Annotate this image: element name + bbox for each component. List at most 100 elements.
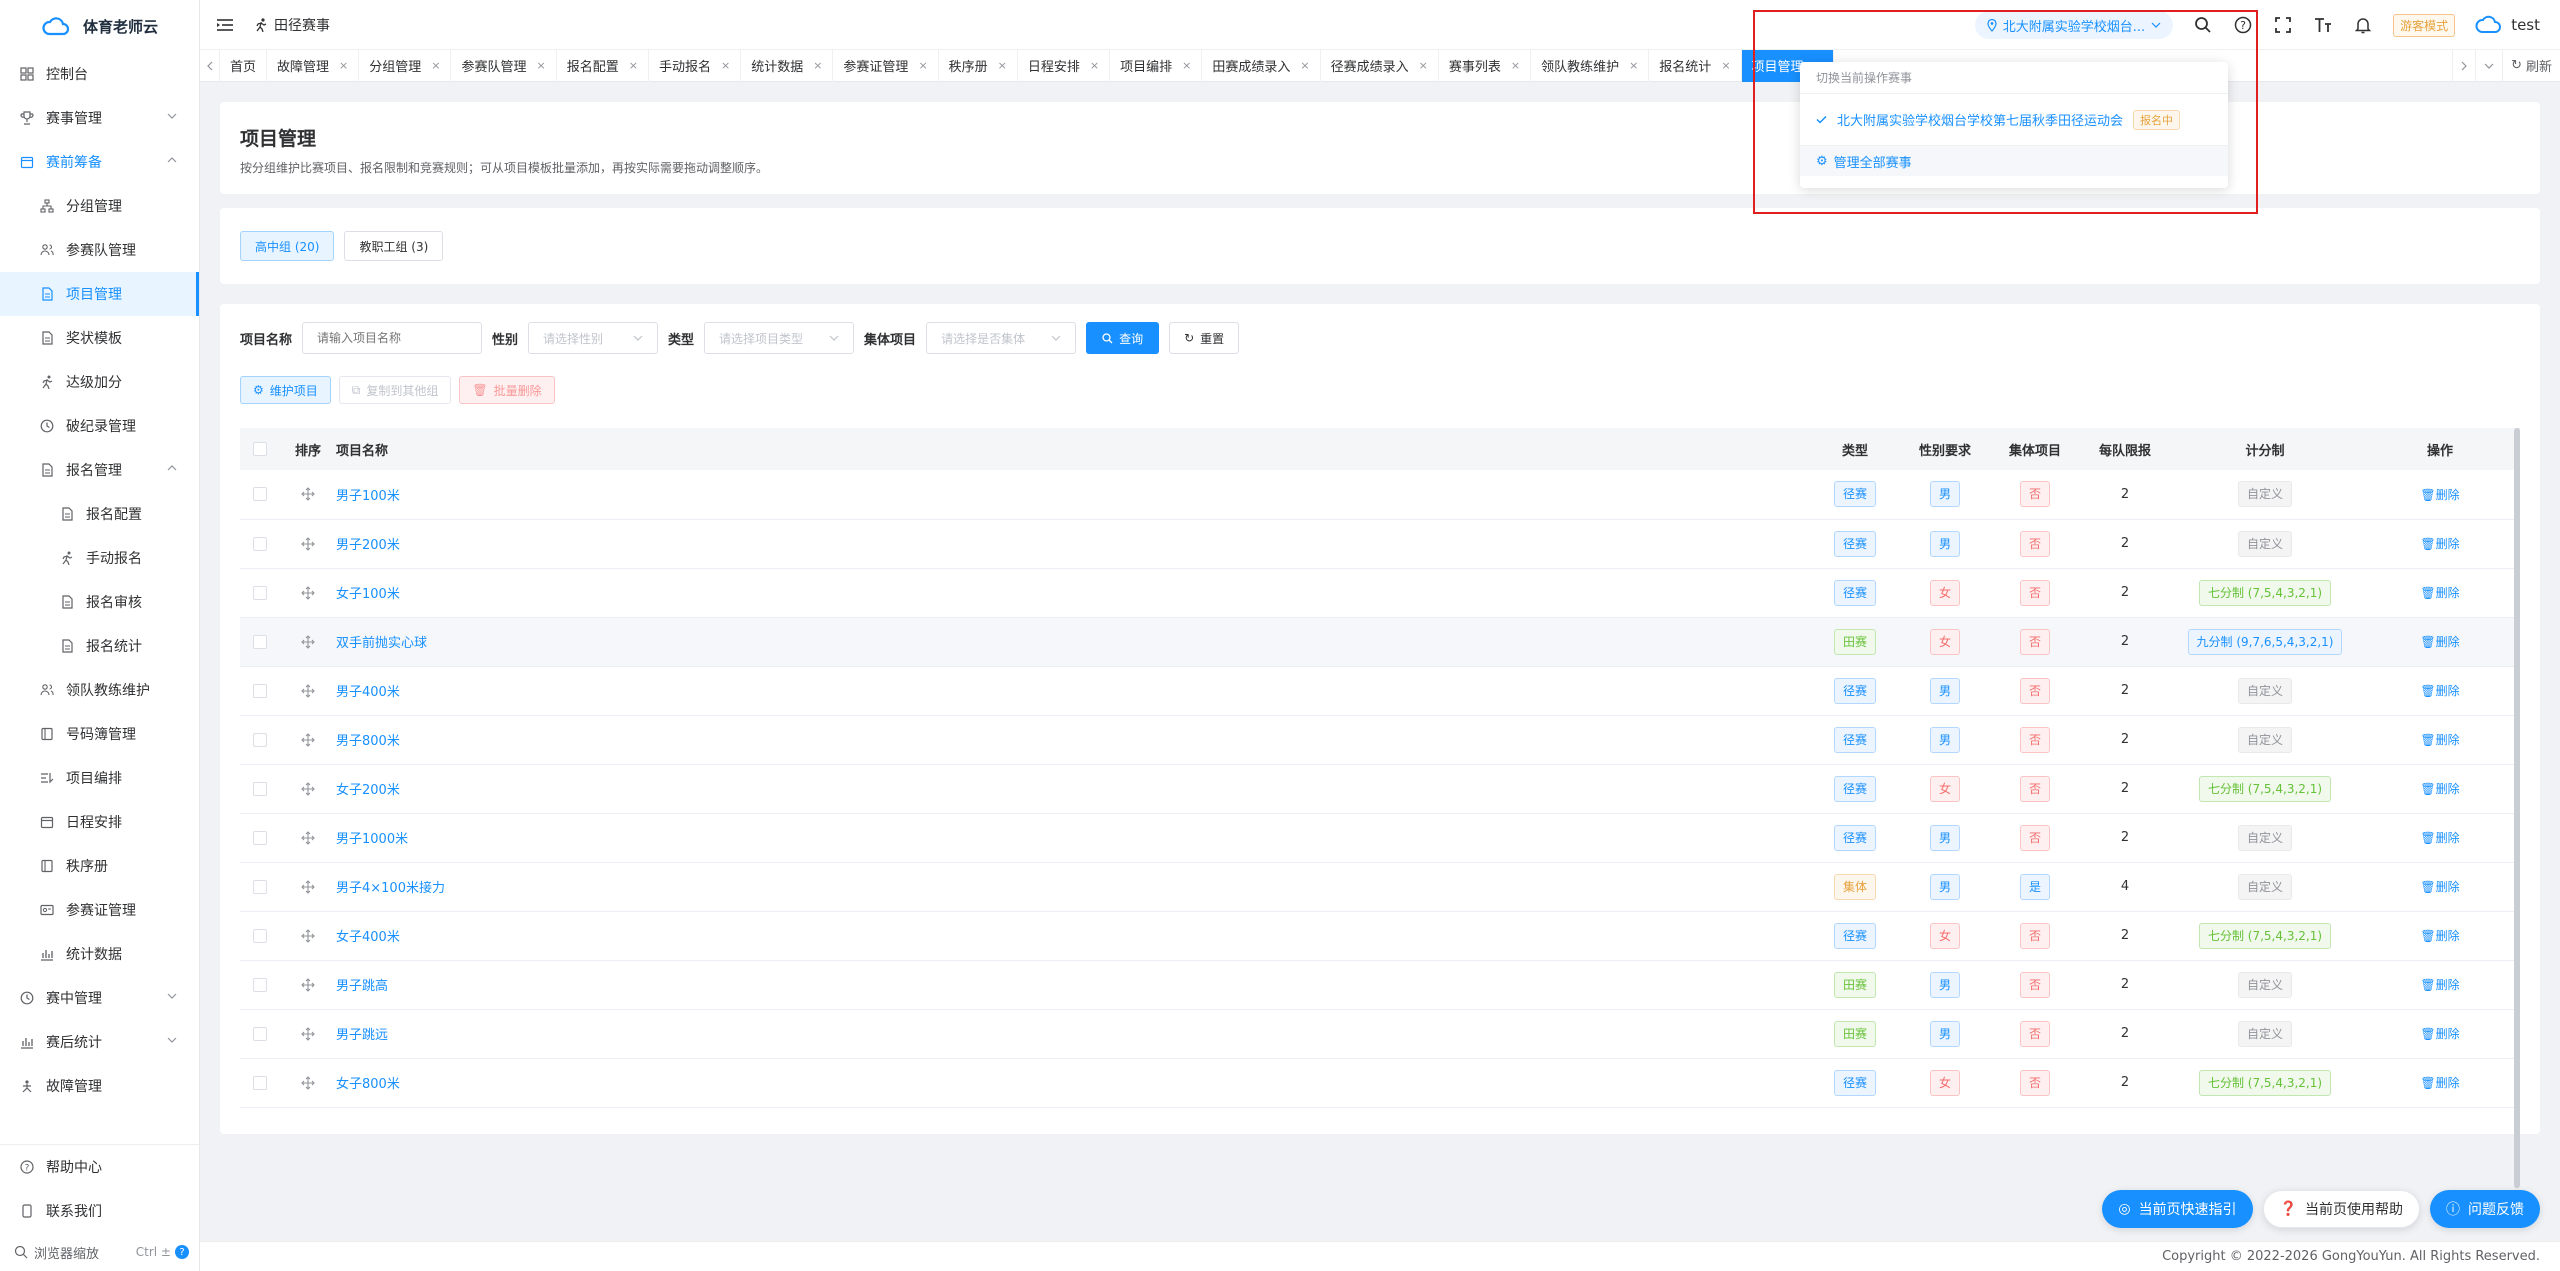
sidebar-item-post-event[interactable]: 赛后统计 [0,1020,199,1064]
tag-14[interactable]: 领队教练维护 × [1531,49,1650,82]
row-select-cell[interactable] [240,617,280,667]
close-icon[interactable]: × [721,59,730,72]
close-icon[interactable]: × [1300,59,1309,72]
sidebar-item-certificate-template[interactable]: 奖状模板 [0,316,199,360]
row-checkbox[interactable] [253,977,267,992]
close-icon[interactable]: × [339,59,348,72]
delete-button[interactable]: 🗑删除 [2420,1076,2459,1090]
project-name-input[interactable] [302,322,483,354]
project-name-link[interactable]: 男子400米 [336,666,1810,716]
drag-handle-icon[interactable] [280,634,336,649]
select-all-cell[interactable] [240,428,280,470]
row-select-cell[interactable] [240,470,280,520]
row-checkbox[interactable] [253,487,267,502]
table-scrollbar[interactable] [2514,428,2520,1198]
table-row[interactable]: 男子4×100米接力 集体 男 是 4 自定义 🗑删除 [240,862,2520,912]
tag-6[interactable]: 统计数据 × [741,49,834,82]
sidebar-item-group-management[interactable]: 分组管理 [0,184,199,228]
project-name-link[interactable]: 男子200米 [336,519,1810,569]
tag-2[interactable]: 分组管理 × [359,49,452,82]
drag-handle-cell[interactable] [280,813,336,863]
sidebar-item-project-arrangement[interactable]: 项目编排 [0,756,199,800]
delete-button[interactable]: 🗑删除 [2420,635,2459,649]
row-checkbox[interactable] [253,1026,267,1041]
close-icon[interactable]: × [813,59,822,72]
tag-0[interactable]: 首页 [220,49,268,82]
row-checkbox[interactable] [253,781,267,796]
maintain-projects-button[interactable]: ⚙ 维护项目 [240,376,331,404]
table-row[interactable]: 男子800米 径赛 男 否 2 自定义 🗑删除 [240,715,2520,765]
drag-handle-icon[interactable] [280,977,336,992]
row-checkbox[interactable] [253,732,267,747]
close-icon[interactable]: × [918,59,927,72]
reset-button[interactable]: ↻ 重置 [1169,322,1240,354]
table-row[interactable]: 女子800米 径赛 女 否 2 七分制 (7,5,4,3,2,1) 🗑删除 [240,1058,2520,1108]
drag-handle-cell[interactable] [280,911,336,961]
project-name-link[interactable]: 男子1000米 [336,813,1810,863]
row-checkbox[interactable] [253,928,267,943]
row-select-cell[interactable] [240,666,280,716]
tag-10[interactable]: 项目编排 × [1110,49,1203,82]
drag-handle-icon[interactable] [280,536,336,551]
row-select-cell[interactable] [240,715,280,765]
contact-us-link[interactable]: 联系我们 [0,1189,199,1233]
drag-handle-cell[interactable] [280,470,336,520]
delete-button[interactable]: 🗑删除 [2420,488,2459,502]
delete-button[interactable]: 🗑删除 [2420,1027,2459,1041]
drag-handle-cell[interactable] [280,764,336,814]
delete-button[interactable]: 🗑删除 [2420,782,2459,796]
close-icon[interactable]: × [431,59,440,72]
page-help-button[interactable]: ❓ 当前页使用帮助 [2262,1190,2420,1228]
row-checkbox[interactable] [253,683,267,698]
sidebar-item-project-management[interactable]: 项目管理 [0,272,199,316]
sidebar-item-manual-registration[interactable]: 手动报名 [0,536,199,580]
tag-7[interactable]: 参赛证管理 × [833,49,939,82]
sidebar-item-grade-bonus[interactable]: 达级加分 [0,360,199,404]
row-checkbox[interactable] [253,879,267,894]
row-checkbox[interactable] [253,1075,267,1090]
row-checkbox[interactable] [253,536,267,551]
project-name-link[interactable]: 女子200米 [336,764,1810,814]
delete-button[interactable]: 🗑删除 [2420,831,2459,845]
scrollbar-thumb[interactable] [2514,428,2520,1188]
tags-scroll-left-icon[interactable] [200,49,220,82]
feedback-button[interactable]: ⓘ 问题反馈 [2430,1190,2540,1228]
row-checkbox[interactable] [253,830,267,845]
row-select-cell[interactable] [240,911,280,961]
drag-handle-cell[interactable] [280,1009,336,1059]
gender-select[interactable]: 请选择性别 [528,322,659,354]
close-icon[interactable]: × [1090,59,1099,72]
project-name-link[interactable]: 女子100米 [336,568,1810,618]
row-checkbox[interactable] [253,585,267,600]
quick-guide-button[interactable]: ◎ 当前页快速指引 [2102,1190,2253,1228]
drag-handle-icon[interactable] [280,1026,336,1041]
sidebar-item-registration-config[interactable]: 报名配置 [0,492,199,536]
drag-handle-icon[interactable] [280,487,336,502]
drag-handle-cell[interactable] [280,519,336,569]
drag-handle-icon[interactable] [280,1075,336,1090]
app-logo[interactable]: 体育老师云 [0,0,199,52]
project-name-link[interactable]: 男子800米 [336,715,1810,765]
table-row[interactable]: 男子跳远 田赛 男 否 2 自定义 🗑删除 [240,1009,2520,1059]
close-icon[interactable]: × [1721,59,1730,72]
project-name-link[interactable]: 男子100米 [336,470,1810,520]
delete-button[interactable]: 🗑删除 [2420,880,2459,894]
delete-button[interactable]: 🗑删除 [2420,733,2459,747]
sidebar-item-team-management[interactable]: 参赛队管理 [0,228,199,272]
table-row[interactable]: 男子400米 径赛 男 否 2 自定义 🗑删除 [240,666,2520,716]
sidebar-item-record-management[interactable]: 破纪录管理 [0,404,199,448]
sidebar-item-registration-stats[interactable]: 报名统计 [0,624,199,668]
tag-12[interactable]: 径赛成绩录入 × [1321,49,1439,82]
drag-handle-icon[interactable] [280,928,336,943]
close-icon[interactable]: × [629,59,638,72]
tag-4[interactable]: 报名配置 × [557,49,649,82]
delete-button[interactable]: 🗑删除 [2420,537,2459,551]
browser-zoom-row[interactable]: 浏览器缩放 Ctrl ±? [0,1233,199,1271]
row-select-cell[interactable] [240,960,280,1010]
drag-handle-cell[interactable] [280,960,336,1010]
team-select[interactable]: 请选择是否集体 [926,322,1077,354]
row-select-cell[interactable] [240,862,280,912]
row-select-cell[interactable] [240,1009,280,1059]
sidebar-item-registration-review[interactable]: 报名审核 [0,580,199,624]
tag-9[interactable]: 日程安排 × [1018,49,1111,82]
